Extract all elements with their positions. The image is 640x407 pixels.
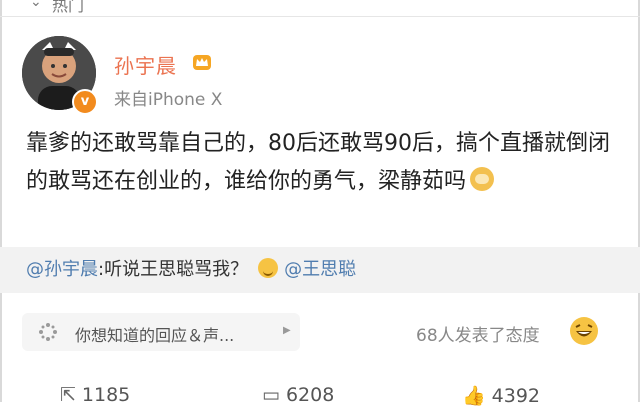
reply-suggestion-label: 你想知道的回应＆声...	[75, 326, 235, 345]
vip-crown-icon[interactable]	[192, 52, 212, 72]
repost-count: 1185	[81, 384, 131, 406]
top-bar-label[interactable]: 热门	[52, 0, 84, 16]
comment-icon: ▭	[262, 384, 280, 406]
author-name[interactable]: 孙宇晨	[114, 50, 177, 79]
quote-mention-author[interactable]: @孙宇晨	[26, 259, 98, 280]
attitude-count[interactable]: 68人发表了态度	[416, 321, 540, 346]
quote-line: @孙宇晨:听说王思聪骂我？ @王思聪	[26, 255, 356, 281]
doge-emoji-icon	[470, 167, 495, 191]
like-count: 4392	[491, 385, 541, 407]
thumbs-up-icon: 👍	[462, 385, 486, 407]
verified-badge-icon: v	[72, 89, 98, 115]
post-text: 靠爹的还敢骂靠自己的，80后还敢骂90后，搞个直播就倒闭的敢骂还在创业的，谁给你…	[26, 131, 610, 194]
top-bar: ⌄ 热门	[0, 0, 640, 17]
chevron-down-icon[interactable]: ⌄	[30, 0, 42, 10]
quote-mention-target[interactable]: @王思聪	[284, 259, 356, 280]
sparkle-icon	[39, 323, 57, 341]
laugh-emoji-icon[interactable]	[569, 316, 599, 346]
post-body: 靠爹的还敢骂靠自己的，80后还敢骂90后，搞个直播就倒闭的敢骂还在创业的，谁给你…	[26, 125, 626, 201]
smile-emoji-icon	[258, 258, 279, 278]
repost-button[interactable]: ⇱ 1185	[60, 384, 130, 406]
comment-count: 6208	[285, 384, 335, 406]
quote-text: :听说王思聪骂我？	[98, 259, 249, 280]
repost-icon: ⇱	[60, 384, 76, 406]
play-arrow-icon: ▶	[283, 325, 291, 336]
comment-button[interactable]: ▭ 6208	[262, 384, 334, 406]
post-source: 来自iPhone X	[114, 90, 223, 110]
like-button[interactable]: 👍 4392	[462, 384, 540, 407]
